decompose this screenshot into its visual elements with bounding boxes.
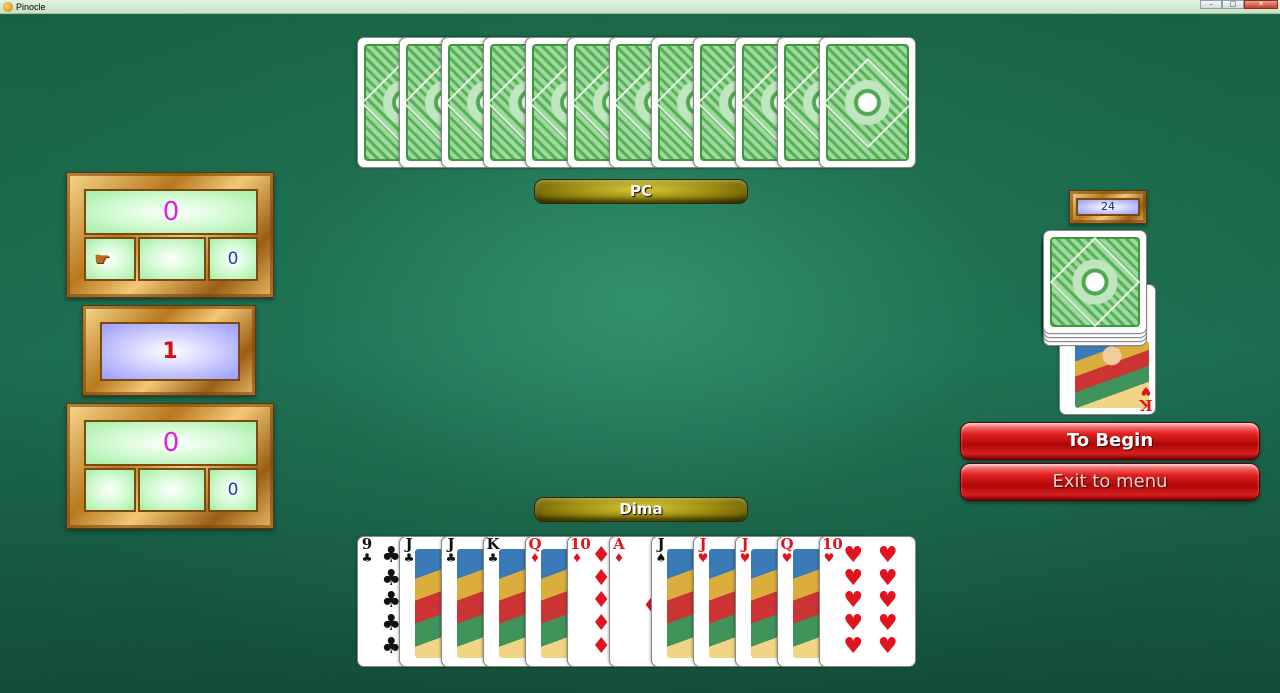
card-corner-index: 9 ♣ xyxy=(360,537,374,564)
deck-count-frame: 24 xyxy=(1069,190,1147,224)
player-cell-middle xyxy=(138,468,206,512)
opponent-cell-middle xyxy=(138,237,206,281)
opponent-total-score: 0 xyxy=(162,197,180,227)
card-corner-index: K ♣ xyxy=(486,537,500,564)
opponent-meld-score: 0 xyxy=(227,249,239,269)
card-suit: ♣ xyxy=(361,551,373,565)
card-corner-index: 10 ♦ xyxy=(570,537,591,565)
card-suit: ♥ xyxy=(697,551,709,565)
card-back-pattern xyxy=(1050,237,1140,327)
suit-pip: ♥ xyxy=(843,543,864,569)
suit-pip: ♥ xyxy=(843,611,864,637)
card-suit: ♣ xyxy=(445,551,457,565)
card-suit: ♥ xyxy=(739,551,751,565)
card-suit: ♣ xyxy=(487,551,499,565)
window-title: Pinocle xyxy=(16,2,46,12)
deck-count-box: 24 xyxy=(1076,198,1140,216)
suit-pip: ♥ xyxy=(877,543,898,569)
card-corner-index: J ♥ xyxy=(696,537,710,564)
card-back-pattern xyxy=(826,44,909,161)
player-card[interactable]: ♥ ♥ ♥ ♥ ♥ ♥ ♥ ♥ ♥ ♥ 10 ♥ xyxy=(819,536,916,667)
king-figure xyxy=(1075,341,1149,408)
opponent-name: PC xyxy=(629,182,652,200)
card-corner-index: J ♥ xyxy=(738,537,752,564)
deck-top-card[interactable] xyxy=(1043,230,1147,334)
bid-panel: 1 xyxy=(82,305,256,396)
card-suit: ♦ xyxy=(613,551,625,565)
suit-pip: ♥ xyxy=(877,611,898,637)
player-cell-right: 0 xyxy=(208,468,258,512)
window-controls: – □ ✕ xyxy=(1200,0,1278,10)
exit-to-menu-label: Exit to menu xyxy=(1052,471,1168,492)
player-total-score: 0 xyxy=(162,428,180,458)
player-name: Dima xyxy=(619,500,663,518)
opponent-score-panel: 0 ☛ 0 xyxy=(66,172,274,298)
close-icon[interactable]: ✕ xyxy=(1244,0,1278,9)
card-suit: ♣ xyxy=(403,551,415,565)
pointing-hand-icon: ☛ xyxy=(94,249,111,270)
card-suit: ♠ xyxy=(655,551,667,565)
card-suit: ♦ xyxy=(529,551,541,565)
card-suit: ♥ xyxy=(781,551,793,565)
to-begin-label: To Begin xyxy=(1066,430,1154,451)
opponent-cell-right: 0 xyxy=(208,237,258,281)
deck-remaining: 24 xyxy=(1101,200,1115,213)
card-corner-index: Q ♦ xyxy=(528,537,542,564)
suit-pip: ♥ xyxy=(843,588,864,614)
maximize-icon[interactable]: □ xyxy=(1222,0,1244,9)
card-corner-index: J ♠ xyxy=(654,537,668,564)
card-suit: ♥ xyxy=(823,551,835,565)
card-pips: ♥ ♥ ♥ ♥ ♥ ♥ ♥ ♥ ♥ ♥ xyxy=(836,545,905,658)
card-suit: ♦ xyxy=(571,551,583,565)
card-corner-index: A ♦ xyxy=(612,537,626,564)
player-total-box: 0 xyxy=(84,420,258,466)
player-nameplate: Dima xyxy=(534,497,748,522)
suit-pip: ♥ xyxy=(877,588,898,614)
opponent-card xyxy=(819,37,916,168)
to-begin-button[interactable]: To Begin xyxy=(960,422,1260,460)
suit-pip: ♥ xyxy=(877,633,898,659)
card-corner-index: Q ♥ xyxy=(780,537,794,564)
trump-card-corner: K ♥ xyxy=(1139,384,1153,414)
player-cell-left xyxy=(84,468,136,512)
opponent-total-box: 0 xyxy=(84,189,258,235)
bid-value: 1 xyxy=(162,339,178,364)
player-meld-score: 0 xyxy=(227,480,239,500)
card-corner-index: 10 ♥ xyxy=(822,537,843,565)
card-corner-index: J ♣ xyxy=(402,537,416,564)
player-score-panel: 0 0 xyxy=(66,403,274,529)
bid-box: 1 xyxy=(100,322,240,381)
opponent-cell-left: ☛ xyxy=(84,237,136,281)
minimize-icon[interactable]: – xyxy=(1200,0,1222,9)
suit-pip: ♥ xyxy=(843,633,864,659)
window-titlebar: Pinocle – □ ✕ xyxy=(0,0,1280,14)
card-corner-index: J ♣ xyxy=(444,537,458,564)
app-icon xyxy=(3,2,13,12)
suit-pip: ♥ xyxy=(843,565,864,591)
opponent-nameplate: PC xyxy=(534,179,748,204)
exit-to-menu-button[interactable]: Exit to menu xyxy=(960,463,1260,501)
suit-pip: ♥ xyxy=(877,565,898,591)
